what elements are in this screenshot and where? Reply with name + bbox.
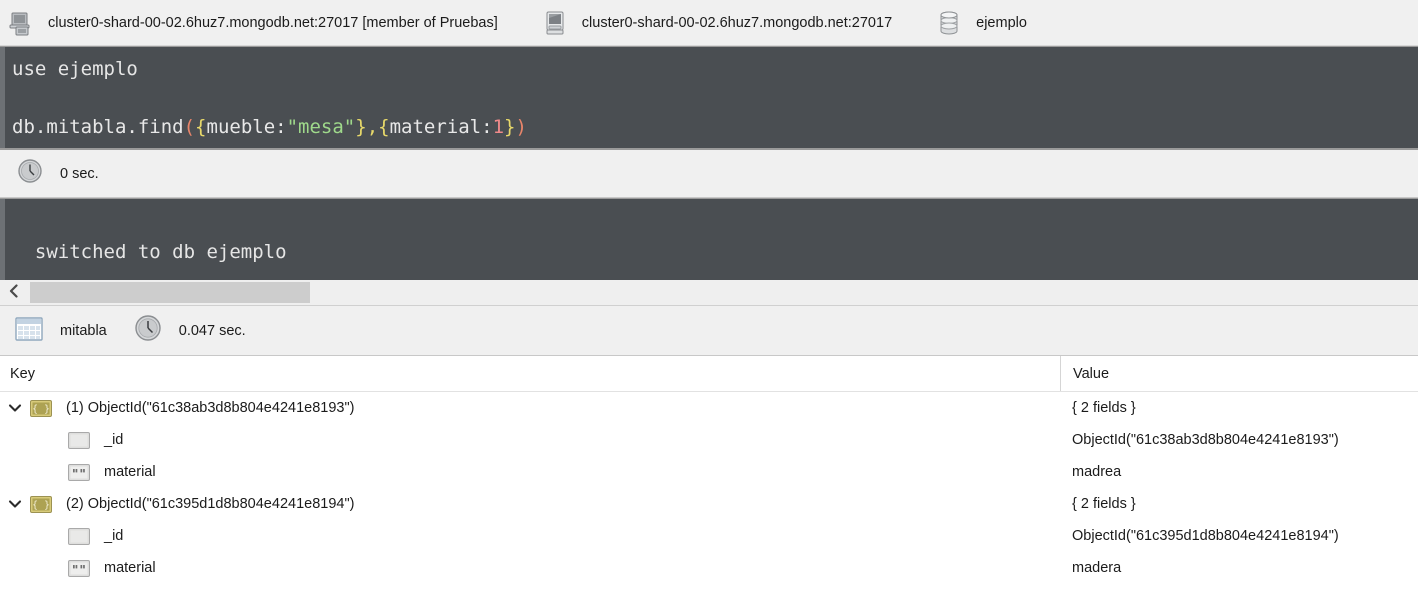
result-collection-item[interactable]: mitabla xyxy=(14,316,107,345)
chevron-down-icon[interactable] xyxy=(0,497,30,511)
string-icon xyxy=(68,463,90,481)
row-key-label: _id xyxy=(104,432,124,448)
chevron-down-icon[interactable] xyxy=(0,401,30,415)
column-header-key: Key xyxy=(10,365,35,382)
result-tree: Key Value { } (1) ObjectId("61c38ab3d8b8… xyxy=(0,356,1418,592)
scroll-left-button[interactable] xyxy=(0,280,28,305)
chevron-left-icon xyxy=(8,284,20,301)
connection-item-server[interactable]: cluster0-shard-00-02.6huz7.mongodb.net:2… xyxy=(0,0,506,45)
row-key-cell: { } (1) ObjectId("61c38ab3d8b804e4241e81… xyxy=(0,392,1060,424)
objectid-icon xyxy=(68,527,90,545)
console-horizontal-scrollbar[interactable] xyxy=(0,280,1418,306)
editor-token-colon-1: : xyxy=(275,116,287,138)
row-key-label: _id xyxy=(104,528,124,544)
database-icon xyxy=(936,10,962,36)
column-header-value: Value xyxy=(1060,356,1418,391)
svg-text:{ }: { } xyxy=(32,404,50,415)
editor-token-number: 1 xyxy=(492,116,505,138)
row-key-cell: _id xyxy=(0,520,1060,552)
row-value-cell: ObjectId("61c38ab3d8b804e4241e8193") xyxy=(1072,432,1339,448)
row-value-cell: madrea xyxy=(1072,464,1122,480)
result-tree-header: Key Value xyxy=(0,356,1418,392)
connection-item-database[interactable]: ejemplo xyxy=(928,0,1035,45)
editor-line-blank xyxy=(12,84,1418,113)
editor-token-field-2: material xyxy=(389,116,482,138)
connection-item-server-label: cluster0-shard-00-02.6huz7.mongodb.net:2… xyxy=(48,14,498,31)
row-key-label: material xyxy=(104,560,156,576)
result-collection-label: mitabla xyxy=(60,322,107,339)
table-row[interactable]: _id ObjectId("61c395d1d8b804e4241e8194") xyxy=(0,520,1418,552)
row-value-cell: { 2 fields } xyxy=(1072,496,1136,512)
query-timing-bar: 0 sec. xyxy=(0,150,1418,198)
scrollbar-thumb[interactable] xyxy=(30,282,310,303)
query-duration-label: 0 sec. xyxy=(60,165,99,182)
editor-token-brace-open-2: { xyxy=(378,116,390,138)
row-key-cell: material xyxy=(0,552,1060,584)
row-key-label: (2) ObjectId("61c395d1d8b804e4241e8194") xyxy=(66,496,355,512)
row-key-cell: _id xyxy=(0,424,1060,456)
editor-token-paren-close: ) xyxy=(515,116,527,138)
editor-token-brace-close-1: } xyxy=(355,116,367,138)
editor-line-2: db.mitabla.find({mueble:"mesa"},{materia… xyxy=(12,113,1418,142)
editor-line-1: use ejemplo xyxy=(12,58,138,80)
connection-item-database-label: ejemplo xyxy=(976,14,1027,31)
editor-token-comma: , xyxy=(366,116,379,138)
row-value-cell: { 2 fields } xyxy=(1072,400,1136,416)
connection-bar: cluster0-shard-00-02.6huz7.mongodb.net:2… xyxy=(0,0,1418,46)
objectid-icon xyxy=(68,431,90,449)
editor-token-field-1: mueble xyxy=(206,116,276,138)
table-row[interactable]: { } (1) ObjectId("61c38ab3d8b804e4241e81… xyxy=(0,392,1418,424)
row-key-label: (1) ObjectId("61c38ab3d8b804e4241e8193") xyxy=(66,400,355,416)
row-key-cell: material xyxy=(0,456,1060,488)
table-row[interactable]: material madera xyxy=(0,552,1418,584)
result-duration-item: 0.047 sec. xyxy=(133,314,246,347)
editor-token-brace-open: { xyxy=(195,116,207,138)
row-value-cell: ObjectId("61c395d1d8b804e4241e8194") xyxy=(1072,528,1339,544)
console-output-text: switched to db ejemplo xyxy=(34,241,287,263)
table-row[interactable]: _id ObjectId("61c38ab3d8b804e4241e8193") xyxy=(0,424,1418,456)
scrollbar-track[interactable] xyxy=(28,280,1418,305)
output-console[interactable]: switched to db ejemplo xyxy=(0,198,1418,280)
svg-text:{ }: { } xyxy=(32,500,50,511)
row-value-cell: madera xyxy=(1072,560,1122,576)
string-icon xyxy=(68,559,90,577)
table-row[interactable]: { } (2) ObjectId("61c395d1d8b804e4241e81… xyxy=(0,488,1418,520)
connection-item-monitor[interactable]: cluster0-shard-00-02.6huz7.mongodb.net:2… xyxy=(534,0,900,45)
result-toolbar: mitabla 0.047 sec. xyxy=(0,306,1418,356)
clock-icon xyxy=(16,158,44,189)
result-duration-label: 0.047 sec. xyxy=(178,322,246,339)
clock-icon xyxy=(133,314,163,347)
table-icon xyxy=(14,316,44,345)
connection-item-monitor-label: cluster0-shard-00-02.6huz7.mongodb.net:2… xyxy=(581,14,893,31)
editor-token-string-1: "mesa" xyxy=(286,116,356,138)
query-editor[interactable]: use ejemplo db.mitabla.find({mueble:"mes… xyxy=(0,46,1418,150)
editor-token-colon-2: : xyxy=(481,116,493,138)
editor-token-prefix: db.mitabla.find xyxy=(12,116,184,138)
editor-token-paren-open: ( xyxy=(183,116,196,138)
row-key-label: material xyxy=(104,464,156,480)
document-icon: { } xyxy=(30,399,52,417)
document-icon: { } xyxy=(30,495,52,513)
editor-token-brace-close-2: } xyxy=(504,116,516,138)
row-key-cell: { } (2) ObjectId("61c395d1d8b804e4241e81… xyxy=(0,488,1060,520)
table-row[interactable]: material madrea xyxy=(0,456,1418,488)
server-icon xyxy=(8,10,34,36)
monitor-icon xyxy=(542,10,568,36)
